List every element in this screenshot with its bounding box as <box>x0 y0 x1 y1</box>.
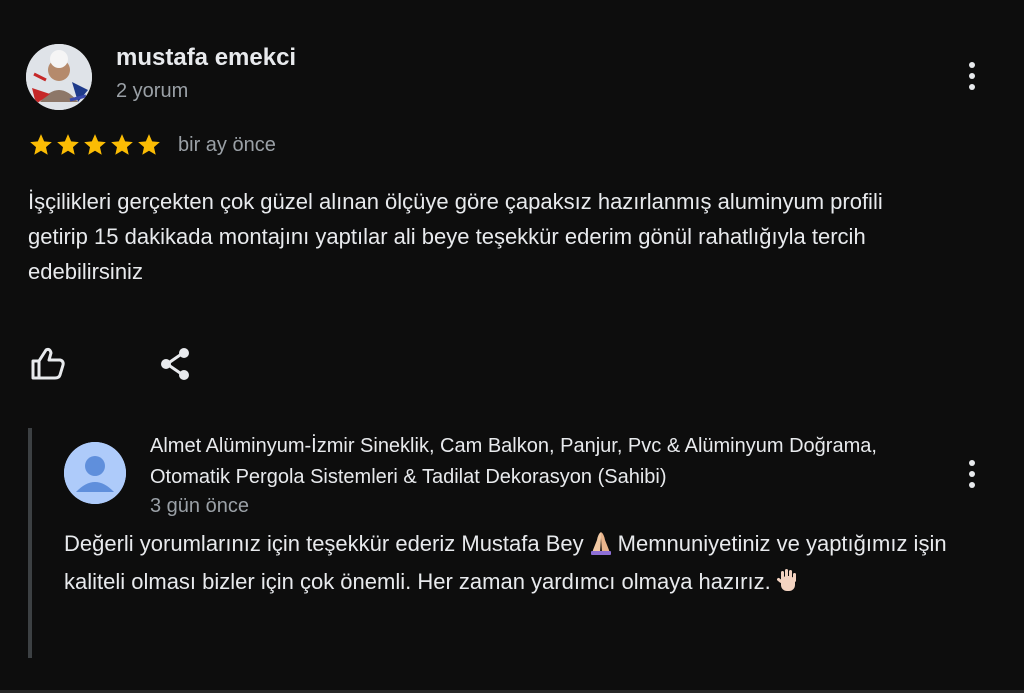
rating-stars <box>28 132 162 158</box>
folded-hands-icon <box>588 530 614 556</box>
star-icon <box>57 134 79 155</box>
person-icon <box>64 442 126 504</box>
more-vert-icon-dot <box>969 73 975 79</box>
share-icon <box>161 348 189 380</box>
reply-text-part1: Değerli yorumlarınız için teşekkür ederi… <box>64 531 584 556</box>
owner-reply: Almet Alüminyum-İzmir Sineklik, Cam Balk… <box>28 428 1024 658</box>
review-card: mustafa emekci 2 yorum bir ay önce İşçil… <box>0 0 1024 693</box>
reply-date: 3 gün önce <box>150 495 249 517</box>
star-icon <box>138 134 160 155</box>
share-button[interactable] <box>156 344 196 384</box>
reviewer-name[interactable]: mustafa emekci <box>116 44 296 72</box>
more-vert-icon-dot <box>969 482 975 488</box>
owner-name[interactable]: Almet Alüminyum-İzmir Sineklik, Cam Balk… <box>150 431 920 493</box>
more-vert-icon-dot <box>969 460 975 466</box>
review-date: bir ay önce <box>178 134 276 156</box>
reply-text: Değerli yorumlarınız için teşekkür ederi… <box>64 525 1004 601</box>
avatar-photo <box>26 44 92 110</box>
thumbs-up-icon <box>31 347 65 380</box>
star-icon <box>84 134 106 155</box>
star-icon <box>111 134 133 155</box>
owner-avatar[interactable] <box>64 442 126 504</box>
like-button[interactable] <box>28 344 68 384</box>
star-icon <box>30 134 52 155</box>
more-options-button[interactable] <box>960 56 984 96</box>
more-vert-icon-dot <box>969 62 975 68</box>
more-vert-icon-dot <box>969 84 975 90</box>
more-vert-icon-dot <box>969 471 975 477</box>
review-text: İşçilikleri gerçekten çok güzel alınan ö… <box>28 189 883 284</box>
reply-more-options-button[interactable] <box>960 454 984 494</box>
reviewer-avatar[interactable] <box>26 44 92 110</box>
raised-hand-icon <box>775 568 801 594</box>
review-count: 2 yorum <box>116 80 189 102</box>
reply-indent-bar <box>28 428 32 658</box>
